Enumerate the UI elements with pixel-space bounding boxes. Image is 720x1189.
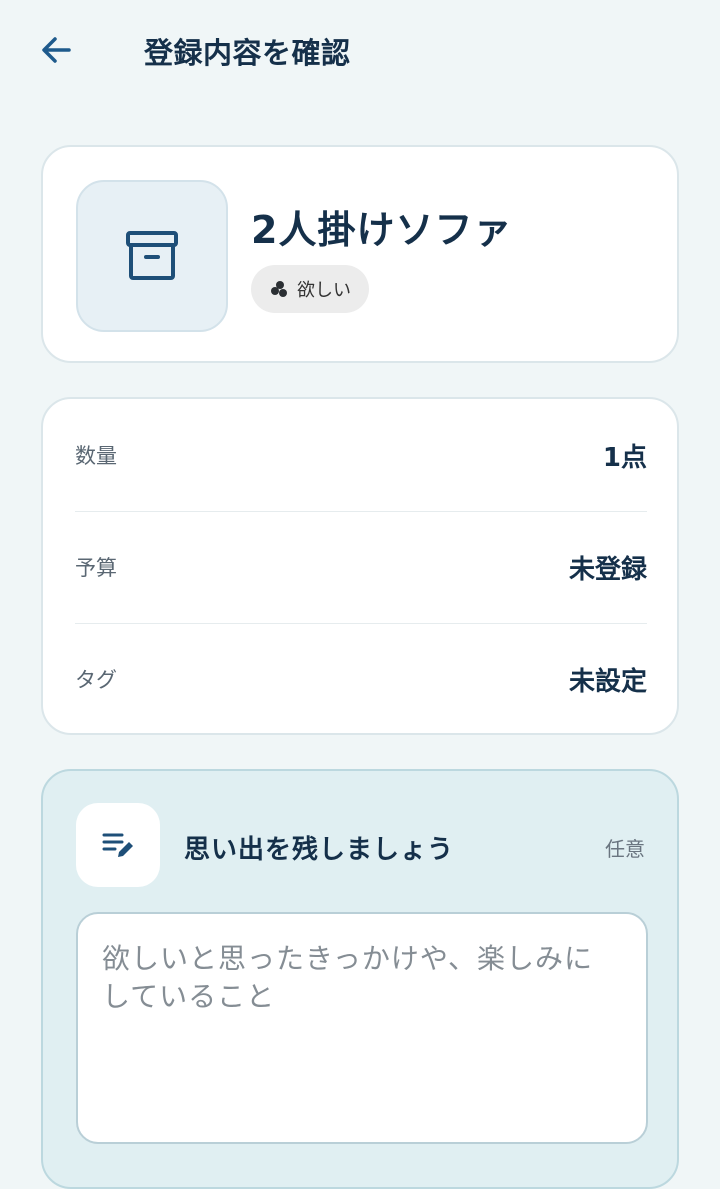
detail-key: 数量	[75, 444, 117, 468]
item-card: 2人掛けソファ 欲しい	[41, 145, 679, 363]
item-name: 2人掛けソファ	[251, 208, 513, 252]
item-thumbnail[interactable]	[76, 180, 228, 332]
detail-value: 未設定	[568, 666, 647, 697]
detail-row-tag: タグ 未設定	[75, 623, 647, 735]
archive-box-icon	[126, 231, 178, 280]
optional-label: 任意	[605, 837, 645, 861]
memo-card: 思い出を残しましょう 任意 欲しいと思ったきっかけや、楽しみにしていること	[41, 769, 679, 1189]
memo-icon-box	[76, 803, 160, 887]
detail-value: 未登録	[568, 554, 647, 585]
arrow-left-icon	[42, 37, 71, 63]
note-edit-icon	[102, 833, 133, 857]
detail-card: 数量 1点 予算 未登録 タグ 未設定	[41, 397, 679, 735]
seeds-icon	[271, 281, 287, 297]
detail-row-budget: 予算 未登録	[75, 511, 647, 623]
detail-key: 予算	[75, 556, 117, 580]
memo-textarea[interactable]: 欲しいと思ったきっかけや、楽しみにしていること	[76, 912, 648, 1144]
status-label: 欲しい	[297, 280, 351, 301]
detail-row-quantity: 数量 1点	[75, 399, 647, 511]
header: 登録内容を確認	[0, 0, 720, 100]
status-badge: 欲しい	[251, 265, 369, 313]
page-title: 登録内容を確認	[144, 36, 351, 70]
detail-value: 1点	[602, 442, 647, 473]
memo-title: 思い出を残しましょう	[184, 835, 455, 865]
detail-key: タグ	[75, 668, 117, 692]
memo-placeholder: 欲しいと思ったきっかけや、楽しみにしていること	[102, 942, 594, 1013]
back-button[interactable]	[30, 26, 82, 74]
